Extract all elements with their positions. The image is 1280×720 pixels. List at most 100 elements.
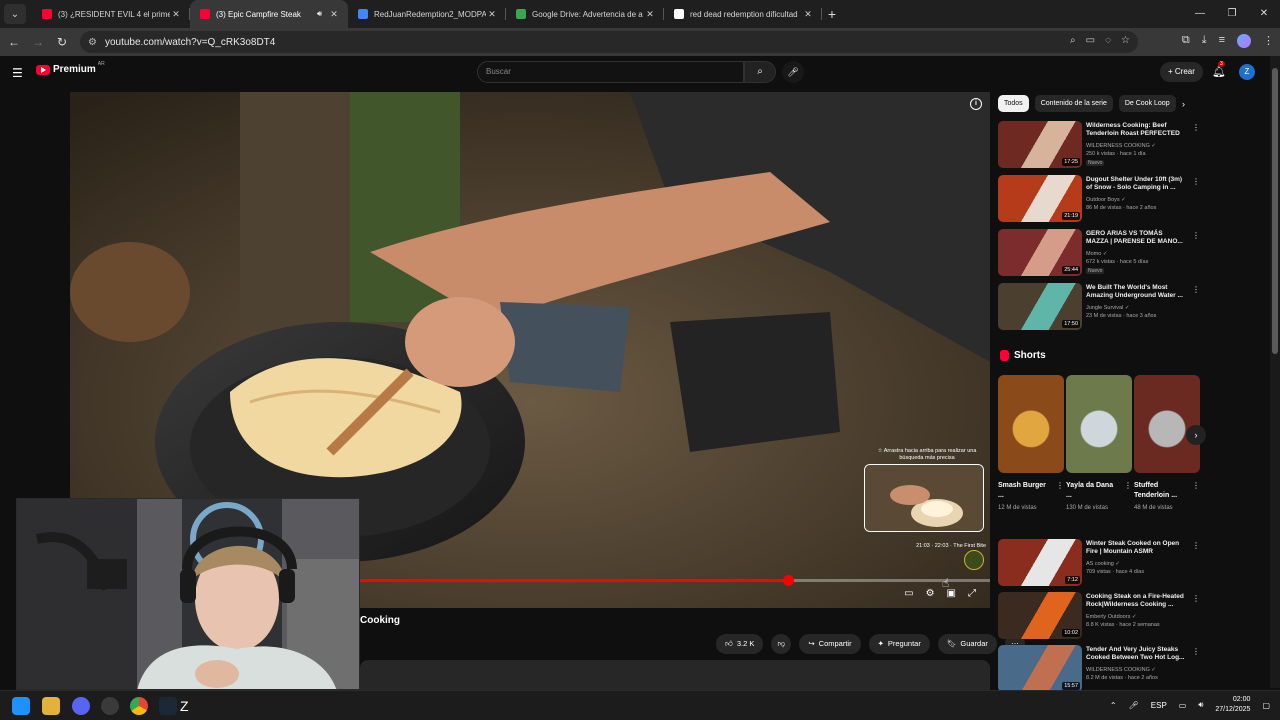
recommended-video[interactable]: 25:44 GERO ARIAS VS TOMÁS MAZZA | PARENS…: [998, 229, 1200, 277]
video-thumbnail[interactable]: 15:57: [998, 645, 1082, 692]
avatar[interactable]: Z: [1239, 64, 1255, 80]
filter-chip[interactable]: Todos: [998, 95, 1029, 112]
more-options-icon[interactable]: ⋮: [1192, 647, 1200, 656]
address-bar[interactable]: ⚙ youtube.com/watch?v=Q_cRK3o8DT4 ⌕ ▭ ◌ …: [80, 31, 1138, 53]
video-title[interactable]: Cooking Steak on a Fire-Heated Rock|Wild…: [1086, 593, 1186, 609]
shorts-next-chevron-icon[interactable]: ›: [1186, 425, 1206, 445]
scrollbar-thumb[interactable]: [1272, 68, 1278, 354]
channel-name[interactable]: Emberly Outdoors ✓: [1086, 614, 1136, 620]
browser-tab[interactable]: red dead redemption dificultad ✕: [664, 0, 822, 28]
ask-button[interactable]: ✦ Preguntar: [868, 634, 930, 654]
video-thumbnail[interactable]: 25:44: [998, 229, 1082, 276]
more-options-icon[interactable]: ⋮: [1192, 541, 1200, 550]
clock[interactable]: 02:00 27/12/2025: [1215, 695, 1250, 715]
settings-gear-icon[interactable]: ⚙: [926, 588, 935, 599]
short-thumbnail[interactable]: [1134, 375, 1200, 473]
discord-icon[interactable]: [72, 697, 90, 715]
extensions-icon[interactable]: ⧉: [1182, 34, 1190, 48]
recommended-video[interactable]: 7:12 Winter Steak Cooked on Open Fire | …: [998, 539, 1200, 587]
tab-close-icon[interactable]: ✕: [170, 9, 182, 20]
more-options-icon[interactable]: ⋮: [1192, 285, 1200, 294]
video-thumbnail[interactable]: 10:02: [998, 592, 1082, 639]
save-button[interactable]: 🔖︎ Guardar: [937, 634, 997, 654]
video-title[interactable]: Wilderness Cooking: Beef Tenderloin Roas…: [1086, 122, 1186, 138]
volume-icon[interactable]: 🔊︎: [1198, 700, 1203, 710]
menu-hamburger-icon[interactable]: ☰: [12, 66, 23, 80]
video-thumbnail[interactable]: 17:50: [998, 283, 1082, 330]
recommended-video[interactable]: 17:25 Wilderness Cooking: Beef Tenderloi…: [998, 121, 1200, 169]
video-title[interactable]: Dugout Shelter Under 10ft (3m) of Snow -…: [1086, 176, 1186, 192]
chips-next-chevron-icon[interactable]: ›: [1182, 99, 1185, 109]
description-box[interactable]: [360, 660, 990, 690]
reload-icon[interactable]: ↻: [50, 35, 74, 49]
video-title[interactable]: We Built The World's Most Amazing Underg…: [1086, 284, 1186, 300]
fullscreen-icon[interactable]: ⤢: [968, 588, 976, 599]
browser-tab[interactable]: (3) ¿RESIDENT EVIL 4 el primer ✕: [32, 0, 190, 28]
youtube-premium-logo[interactable]: Premium AR: [36, 61, 105, 75]
restore-icon[interactable]: ❐: [1216, 0, 1248, 28]
profile-icon[interactable]: [1237, 34, 1251, 48]
video-title[interactable]: GERO ARIAS VS TOMÁS MAZZA | PARENSE DE M…: [1086, 230, 1186, 246]
more-options-icon[interactable]: ⋮: [1192, 594, 1200, 603]
bookmark-star-icon[interactable]: ☆: [1121, 35, 1130, 46]
share-button[interactable]: ↪ Compartir: [799, 634, 861, 654]
channel-name[interactable]: AS cooking ✓: [1086, 561, 1120, 567]
video-title[interactable]: Tender And Very Juicy Steaks Cooked Betw…: [1086, 646, 1186, 662]
chrome-icon[interactable]: [130, 697, 148, 715]
download-icon[interactable]: ⤓: [1202, 34, 1207, 48]
short-item[interactable]: Yayla da Dana ... 130 M de vistas ⋮: [1066, 375, 1132, 512]
more-options-icon[interactable]: ⋮: [1124, 481, 1132, 490]
notifications-bell-icon[interactable]: 🔔︎ 3: [1212, 61, 1226, 78]
windows-start-icon[interactable]: [12, 697, 30, 715]
recommended-video[interactable]: 21:19 Dugout Shelter Under 10ft (3m) of …: [998, 175, 1200, 223]
channel-watermark-icon[interactable]: [964, 550, 984, 570]
microphone-icon[interactable]: 🎤︎: [782, 61, 804, 83]
tab-close-icon[interactable]: ✕: [328, 9, 340, 20]
z-app-icon[interactable]: Z: [180, 697, 198, 715]
channel-name[interactable]: WILDERNESS COOKING ✓: [1086, 143, 1156, 149]
page-scrollbar[interactable]: [1270, 56, 1280, 688]
more-options-icon[interactable]: ⋮: [1192, 123, 1200, 132]
site-info-icon[interactable]: ⚙: [88, 37, 97, 48]
filter-chip[interactable]: De Cook Loop: [1118, 95, 1176, 112]
back-arrow-icon[interactable]: ←: [2, 35, 26, 49]
channel-name[interactable]: Jungle Survival ✓: [1086, 305, 1129, 311]
short-item[interactable]: Smash Burger ... 12 M de vistas ⋮: [998, 375, 1064, 512]
dislike-button[interactable]: 👎︎: [771, 634, 792, 654]
subtitles-icon[interactable]: ▭: [904, 588, 913, 599]
like-button[interactable]: 👍︎ 3.2 K: [716, 634, 764, 654]
info-icon[interactable]: i: [970, 98, 982, 110]
video-title[interactable]: Winter Steak Cooked on Open Fire | Mount…: [1086, 540, 1186, 556]
zoom-icon[interactable]: ⌕: [1070, 35, 1076, 46]
recommended-video[interactable]: 10:02 Cooking Steak on a Fire-Heated Roc…: [998, 592, 1200, 640]
steam-icon[interactable]: [159, 697, 177, 715]
notification-center-icon[interactable]: ▢: [1262, 701, 1270, 710]
forward-arrow-icon[interactable]: →: [26, 35, 50, 49]
video-thumbnail[interactable]: 17:25: [998, 121, 1082, 168]
channel-name[interactable]: Outdoor Boys ✓: [1086, 197, 1126, 203]
channel-name[interactable]: WILDERNESS COOKING ✓: [1086, 667, 1156, 673]
app-icon[interactable]: [101, 697, 119, 715]
more-options-icon[interactable]: ⋮: [1192, 231, 1200, 240]
media-control-icon[interactable]: ≡: [1219, 34, 1225, 48]
more-options-icon[interactable]: ⋮: [1192, 177, 1200, 186]
channel-name[interactable]: Momo ✓: [1086, 251, 1107, 257]
network-icon[interactable]: ▭: [1179, 701, 1187, 710]
video-thumbnail[interactable]: 7:12: [998, 539, 1082, 586]
progress-scrubber-handle[interactable]: [782, 575, 794, 586]
tab-audio-icon[interactable]: 🔊︎: [317, 9, 322, 19]
search-input[interactable]: Buscar: [477, 61, 744, 83]
minimize-icon[interactable]: —: [1184, 0, 1216, 28]
close-window-icon[interactable]: ✕: [1248, 0, 1280, 28]
browser-tab[interactable]: Google Drive: Advertencia de a ✕: [506, 0, 664, 28]
short-title[interactable]: Smash Burger ...: [998, 481, 1050, 501]
tray-chevron-icon[interactable]: ⌃: [1110, 701, 1117, 710]
more-options-icon[interactable]: ⋮: [1192, 481, 1200, 490]
create-button[interactable]: + Crear: [1160, 62, 1203, 82]
search-icon[interactable]: ⌕: [744, 61, 776, 83]
more-options-icon[interactable]: ⋮: [1056, 481, 1064, 490]
filter-chip[interactable]: Contenido de la serie: [1034, 95, 1113, 112]
new-tab-plus-icon[interactable]: +: [822, 6, 842, 22]
tray-mic-icon[interactable]: 🎤︎: [1129, 701, 1139, 710]
recommended-video[interactable]: 17:50 We Built The World's Most Amazing …: [998, 283, 1200, 331]
